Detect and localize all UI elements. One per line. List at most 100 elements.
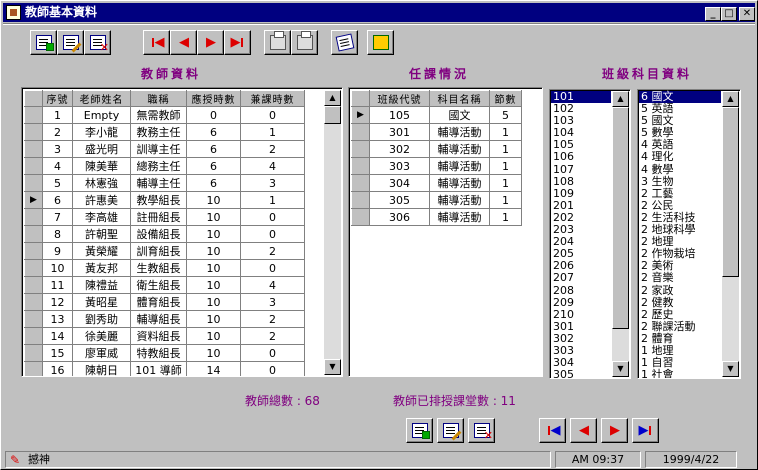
row-indicator[interactable]	[351, 157, 370, 175]
teacher-cell[interactable]: 8	[42, 225, 73, 243]
scroll-up-arrow-icon[interactable]: ▲	[722, 91, 739, 107]
teacher-cell[interactable]: 12	[42, 293, 73, 311]
teacher-cell[interactable]: 10	[42, 259, 73, 277]
teacher-row[interactable]: 2 李小龍 教務主任 6 1	[24, 123, 305, 141]
previous-record-button[interactable]: ◀	[170, 30, 197, 55]
teacher-grid[interactable]: 序號 老師姓名 職稱 應授時數 兼課時數 1 Empty 無需教師 0 0 2 李小龍 教務主任 6 1 3…	[21, 87, 343, 377]
edit-record-button[interactable]	[57, 30, 84, 55]
teacher-row[interactable]: 14 徐美麗 資料組長 10 2	[24, 327, 305, 345]
teacher-cell[interactable]: 9	[42, 242, 73, 260]
teacher-cell[interactable]: 13	[42, 310, 73, 328]
scroll-down-arrow-icon[interactable]: ▼	[722, 361, 739, 377]
teacher-cell[interactable]: 6	[42, 191, 73, 209]
course-cell[interactable]: 301	[369, 123, 430, 141]
teacher-cell[interactable]: 0	[240, 259, 305, 277]
course-cell[interactable]: 輔導活動	[429, 191, 490, 209]
row-indicator[interactable]	[24, 157, 43, 175]
course-first-button[interactable]: ◀	[539, 418, 566, 443]
teacher-cell[interactable]: 6	[186, 123, 241, 141]
teacher-row[interactable]: 3 盛光明 訓導主任 6 2	[24, 140, 305, 158]
row-indicator[interactable]	[24, 276, 43, 294]
teacher-cell[interactable]: 10	[186, 276, 241, 294]
row-indicator[interactable]	[24, 361, 43, 376]
teacher-cell[interactable]: 5	[42, 174, 73, 192]
course-cell[interactable]: 輔導活動	[429, 140, 490, 158]
teacher-cell[interactable]: 陳朝日	[72, 361, 131, 376]
teacher-cell[interactable]: 黃榮耀	[72, 242, 131, 260]
current-row-pointer-icon[interactable]: ▶	[351, 106, 370, 124]
teacher-cell[interactable]: 0	[240, 208, 305, 226]
course-row[interactable]: 305 輔導活動 1	[351, 191, 522, 209]
teacher-row[interactable]: 10 黃友邦 生教組長 10 0	[24, 259, 305, 277]
teacher-cell[interactable]: 2	[240, 310, 305, 328]
delete-course-button[interactable]	[468, 418, 495, 443]
course-cell[interactable]: 1	[489, 208, 522, 226]
teacher-header-1[interactable]: 老師姓名	[72, 90, 131, 107]
teacher-row[interactable]: 8 許朝聖 設備組長 10 0	[24, 225, 305, 243]
teacher-cell[interactable]: 註冊組長	[130, 208, 187, 226]
teacher-cell[interactable]: 0	[186, 106, 241, 124]
teacher-header-4[interactable]: 兼課時數	[240, 90, 305, 107]
course-cell[interactable]: 輔導活動	[429, 123, 490, 141]
course-header-1[interactable]: 科目名稱	[429, 90, 490, 107]
scroll-down-arrow-icon[interactable]: ▼	[612, 361, 629, 377]
teacher-cell[interactable]: 陳美華	[72, 157, 131, 175]
teacher-cell[interactable]: 10	[186, 191, 241, 209]
teacher-cell[interactable]: 盛光明	[72, 140, 131, 158]
row-indicator[interactable]	[24, 106, 43, 124]
teacher-row[interactable]: 5 林憲強 輔導主任 6 3	[24, 174, 305, 192]
teacher-cell[interactable]: 生教組長	[130, 259, 187, 277]
teacher-cell[interactable]: 10	[186, 225, 241, 243]
teacher-row[interactable]: 11 陳禮益 衛生組長 10 4	[24, 276, 305, 294]
teacher-row[interactable]: 16 陳朝日 101 導師 14 0	[24, 361, 305, 376]
teacher-row[interactable]: 7 李高雄 註冊組長 10 0	[24, 208, 305, 226]
exit-button[interactable]	[367, 30, 394, 55]
teacher-cell[interactable]: 1	[240, 191, 305, 209]
class-list-item[interactable]: 208	[551, 284, 611, 297]
teacher-cell[interactable]: 3	[240, 293, 305, 311]
teacher-cell[interactable]: 15	[42, 344, 73, 362]
teacher-cell[interactable]: 10	[186, 344, 241, 362]
add-record-button[interactable]	[30, 30, 57, 55]
course-cell[interactable]: 1	[489, 157, 522, 175]
subject-list-item[interactable]: 2 健教	[639, 296, 721, 309]
course-row[interactable]: 303 輔導活動 1	[351, 157, 522, 175]
teacher-cell[interactable]: 教學組長	[130, 191, 187, 209]
row-indicator[interactable]	[351, 191, 370, 209]
class-list-item[interactable]: 305	[551, 369, 611, 378]
add-course-button[interactable]	[406, 418, 433, 443]
teacher-cell[interactable]: 3	[240, 174, 305, 192]
subject-list-item[interactable]: 3 生物	[639, 175, 721, 188]
course-cell[interactable]: 1	[489, 140, 522, 158]
teacher-cell[interactable]: 2	[240, 242, 305, 260]
teacher-cell[interactable]: 設備組長	[130, 225, 187, 243]
teacher-cell[interactable]: 14	[186, 361, 241, 376]
class-list-item[interactable]: 210	[551, 308, 611, 321]
teacher-cell[interactable]: 1	[42, 106, 73, 124]
course-cell[interactable]: 1	[489, 174, 522, 192]
row-indicator[interactable]	[24, 208, 43, 226]
row-indicator[interactable]	[24, 123, 43, 141]
teacher-cell[interactable]: 許惠美	[72, 191, 131, 209]
scroll-up-arrow-icon[interactable]: ▲	[612, 91, 629, 107]
course-cell[interactable]: 302	[369, 140, 430, 158]
row-indicator[interactable]	[24, 140, 43, 158]
teacher-cell[interactable]: 10	[186, 259, 241, 277]
course-cell[interactable]: 國文	[429, 106, 490, 124]
teacher-cell[interactable]: 10	[186, 327, 241, 345]
row-indicator[interactable]	[24, 310, 43, 328]
teacher-cell[interactable]: 4	[42, 157, 73, 175]
class-list-item[interactable]: 107	[551, 163, 611, 176]
course-cell[interactable]: 1	[489, 123, 522, 141]
scroll-thumb[interactable]	[612, 107, 629, 329]
teacher-cell[interactable]: 10	[186, 310, 241, 328]
teacher-cell[interactable]: 訓導主任	[130, 140, 187, 158]
course-next-button[interactable]: ▶	[601, 418, 628, 443]
teacher-cell[interactable]: 7	[42, 208, 73, 226]
teacher-cell[interactable]: 輔導組長	[130, 310, 187, 328]
course-cell[interactable]: 1	[489, 191, 522, 209]
class-list-item[interactable]: 209	[551, 296, 611, 309]
first-record-button[interactable]: ◀	[143, 30, 170, 55]
teacher-cell[interactable]: 教務主任	[130, 123, 187, 141]
teacher-row[interactable]: 1 Empty 無需教師 0 0	[24, 106, 305, 124]
